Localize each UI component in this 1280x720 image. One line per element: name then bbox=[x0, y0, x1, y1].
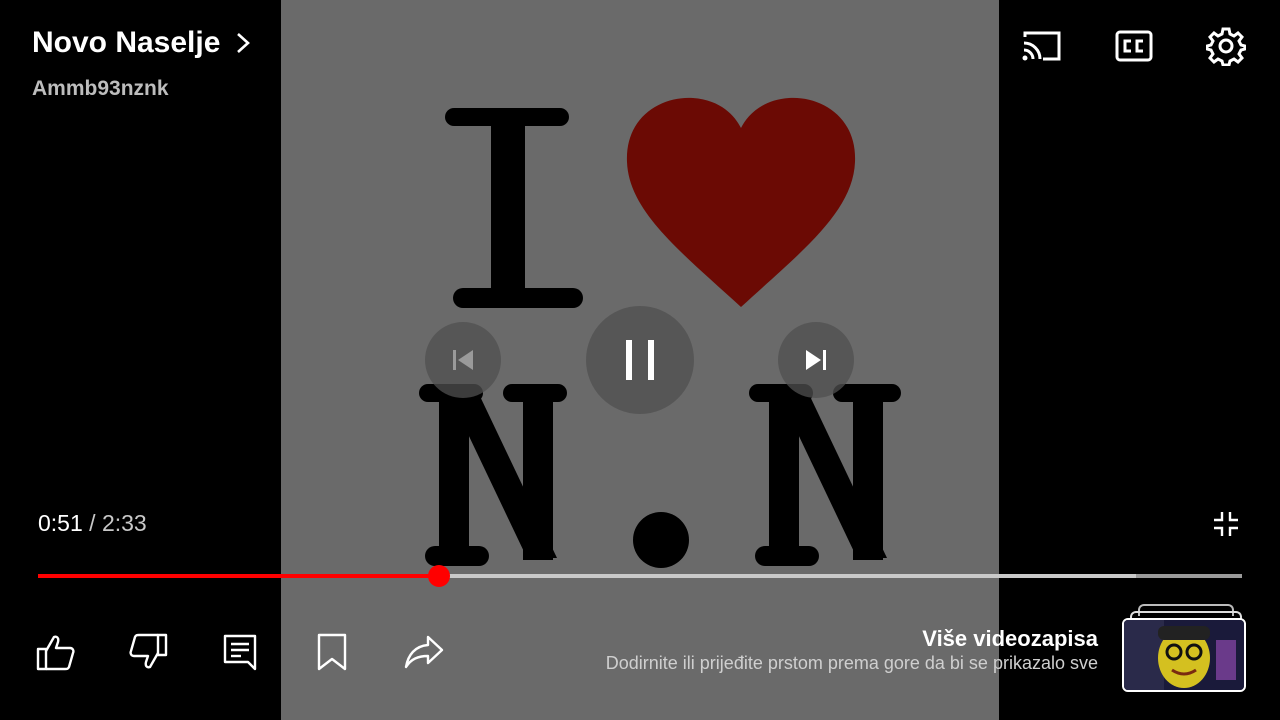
thumbs-up-icon bbox=[36, 635, 75, 671]
progress-played bbox=[38, 574, 439, 578]
captions-button[interactable] bbox=[1112, 26, 1156, 66]
gear-icon bbox=[1206, 27, 1246, 66]
thumbs-down-icon bbox=[129, 633, 168, 669]
more-videos-title[interactable]: Više videozapisa bbox=[922, 626, 1098, 652]
previous-button[interactable] bbox=[425, 322, 501, 398]
letter-i-art bbox=[445, 108, 583, 308]
chevron-right-icon bbox=[237, 33, 251, 53]
skip-previous-icon bbox=[453, 350, 473, 370]
duration: 2:33 bbox=[101, 510, 147, 536]
more-videos-hint: Dodirnite ili prijeđite prstom prema gor… bbox=[605, 653, 1098, 673]
video-title: Novo Naselje bbox=[32, 26, 221, 59]
time-display: 0:51 / 2:33 bbox=[38, 510, 147, 537]
cast-button[interactable] bbox=[1020, 26, 1064, 66]
channel-name[interactable]: Ammb93nznk bbox=[32, 77, 169, 101]
settings-button[interactable] bbox=[1204, 26, 1248, 66]
next-button[interactable] bbox=[778, 322, 854, 398]
pause-button[interactable] bbox=[586, 306, 694, 414]
skip-next-icon bbox=[806, 350, 826, 370]
exit-fullscreen-icon bbox=[1214, 512, 1238, 536]
save-button[interactable] bbox=[310, 630, 354, 674]
thumbnail-image bbox=[1122, 618, 1246, 692]
bookmark-icon bbox=[317, 633, 347, 671]
cast-icon bbox=[1022, 31, 1061, 61]
time-separator: / bbox=[89, 510, 96, 536]
comment-icon bbox=[223, 634, 257, 671]
exit-fullscreen-button[interactable] bbox=[1204, 504, 1248, 544]
share-icon bbox=[404, 635, 444, 669]
share-button[interactable] bbox=[402, 630, 446, 674]
comments-button[interactable] bbox=[218, 630, 262, 674]
current-time: 0:51 bbox=[38, 510, 83, 536]
heart-art bbox=[626, 97, 856, 307]
thumbnail-face-art bbox=[1124, 620, 1244, 690]
like-button[interactable] bbox=[34, 630, 78, 674]
closed-captions-icon bbox=[1115, 30, 1153, 62]
more-videos-thumbnail[interactable] bbox=[1122, 604, 1246, 692]
pause-icon bbox=[626, 340, 654, 380]
progress-bar[interactable] bbox=[38, 565, 1242, 587]
dislike-button[interactable] bbox=[126, 630, 170, 674]
video-title-link[interactable]: Novo Naselje bbox=[32, 26, 254, 60]
progress-scrubber[interactable] bbox=[427, 565, 450, 587]
